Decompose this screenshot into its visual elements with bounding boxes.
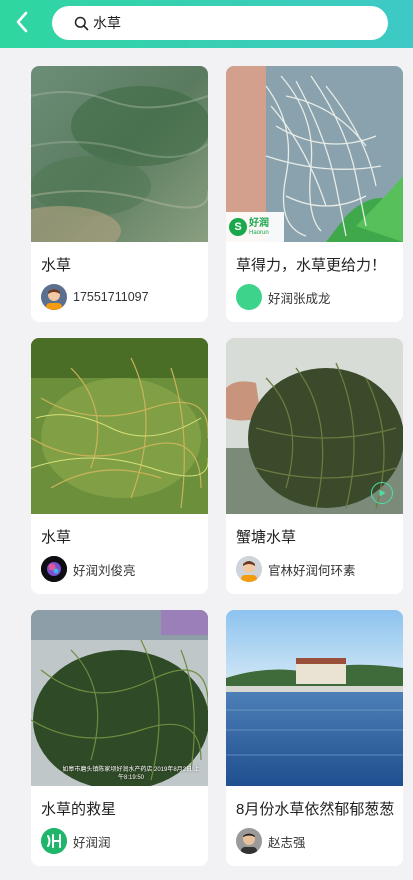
author-name: 好润润	[73, 835, 111, 850]
result-card[interactable]: 蟹塘水草 官林好润何环素	[226, 338, 403, 594]
card-title: 水草	[41, 257, 72, 274]
card-author[interactable]: 赵志强	[236, 828, 306, 854]
card-title: 蟹塘水草	[236, 529, 297, 546]
avatar	[236, 284, 262, 310]
avatar	[41, 556, 67, 582]
card-image-underwater-weeds	[31, 66, 208, 242]
author-name: 好润张成龙	[268, 291, 331, 306]
person-icon	[236, 556, 262, 582]
play-icon	[371, 482, 393, 504]
top-bar	[0, 0, 413, 48]
avatar	[236, 828, 262, 854]
result-card[interactable]: 水草 好润刘俊亮	[31, 338, 208, 594]
result-card[interactable]: 水草 17551711097	[31, 66, 208, 322]
haorun-logo-icon	[41, 828, 67, 854]
card-author[interactable]: 17551711097	[41, 284, 149, 310]
avatar	[41, 828, 67, 854]
haorun-logo: S 好润 Haorun	[226, 212, 284, 242]
card-image-weed-pile: 如皋市磨头镇陈家坝好润水产药店 2019年8月2日 上午8:19:50	[31, 610, 208, 786]
person-icon	[41, 284, 67, 310]
chevron-left-icon	[16, 11, 28, 33]
back-button[interactable]	[8, 6, 36, 38]
card-image-weed-roots: S 好润 Haorun	[226, 66, 403, 242]
card-author[interactable]: 官林好润何环素	[236, 556, 356, 582]
card-author[interactable]: 好润张成龙	[236, 284, 331, 310]
author-name: 好润刘俊亮	[73, 563, 136, 578]
result-card[interactable]: S 好润 Haorun 草得力，水草更给力！ 好润张成龙	[226, 66, 403, 322]
card-title: 水草的救星	[41, 801, 117, 818]
card-title: 草得力，水草更给力！	[236, 257, 387, 274]
search-input[interactable]	[93, 15, 353, 31]
card-image-crab-pond-weeds	[226, 338, 403, 514]
card-title: 8月份水草依然郁郁葱葱	[236, 801, 395, 818]
avatar	[236, 556, 262, 582]
card-author[interactable]: 好润刘俊亮	[41, 556, 136, 582]
avatar	[41, 284, 67, 310]
photo-timestamp: 如皋市磨头镇陈家坝好润水产药店 2019年8月2日 上午8:19:50	[62, 767, 200, 781]
card-title: 水草	[41, 529, 72, 546]
search-icon	[74, 16, 89, 31]
author-name: 17551711097	[73, 290, 149, 304]
card-image-pond-landscape	[226, 610, 403, 786]
author-name: 赵志强	[268, 835, 306, 850]
search-box[interactable]	[52, 6, 388, 40]
author-name: 官林好润何环素	[268, 563, 356, 578]
card-image-green-weeds	[31, 338, 208, 514]
person-icon	[236, 828, 262, 854]
leaf-icon: S	[229, 218, 247, 236]
result-card[interactable]: 8月份水草依然郁郁葱葱 赵志强	[226, 610, 403, 866]
card-author[interactable]: 好润润	[41, 828, 111, 854]
result-card[interactable]: 如皋市磨头镇陈家坝好润水产药店 2019年8月2日 上午8:19:50 水草的救…	[31, 610, 208, 866]
